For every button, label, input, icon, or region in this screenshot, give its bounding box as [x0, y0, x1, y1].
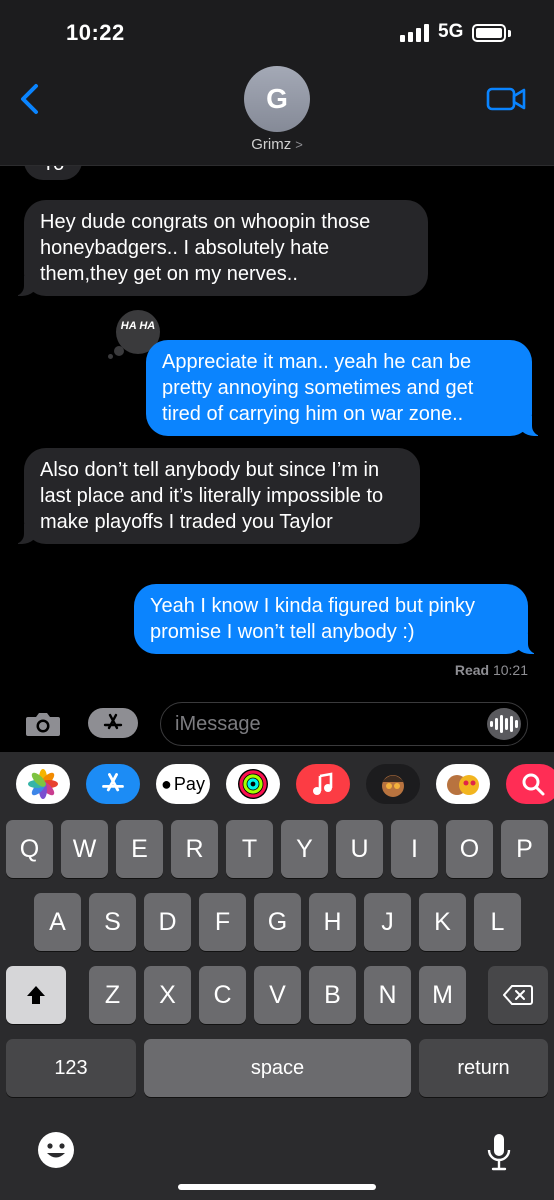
- back-chevron-icon[interactable]: [16, 82, 46, 116]
- read-receipt: Read 10:21: [455, 662, 528, 678]
- emoji-icon[interactable]: [38, 1132, 74, 1168]
- delete-key[interactable]: [488, 966, 548, 1024]
- read-label: Read: [454, 662, 490, 678]
- key-l[interactable]: L: [474, 893, 521, 951]
- key-c[interactable]: C: [199, 966, 246, 1024]
- key-y[interactable]: Y: [281, 820, 328, 878]
- music-icon[interactable]: [296, 764, 350, 804]
- key-j[interactable]: J: [364, 893, 411, 951]
- incoming-message[interactable]: Also don’t tell anybody but since I’m in…: [14, 448, 420, 544]
- status-bar: 10:22 5G: [0, 0, 554, 60]
- key-a[interactable]: A: [34, 893, 81, 951]
- cellular-signal-icon: [400, 24, 429, 42]
- apple-pay-icon[interactable]: ● Pay: [156, 764, 210, 804]
- home-indicator[interactable]: [178, 1184, 376, 1190]
- dictation-mic-icon[interactable]: [486, 1132, 512, 1172]
- imessage-input[interactable]: [175, 703, 475, 745]
- fitness-icon[interactable]: [226, 764, 280, 804]
- key-d[interactable]: D: [144, 893, 191, 951]
- facetime-video-icon[interactable]: [486, 86, 526, 112]
- audio-message-icon[interactable]: [487, 708, 521, 740]
- numbers-key[interactable]: 123: [6, 1039, 136, 1097]
- memoji-icon[interactable]: [366, 764, 420, 804]
- incoming-message[interactable]: Hey dude congrats on whoopin those honey…: [14, 200, 428, 296]
- status-time: 10:22: [66, 20, 125, 45]
- battery-cap: [508, 30, 511, 37]
- key-q[interactable]: Q: [6, 820, 53, 878]
- conversation-header: G Grimz >: [0, 60, 554, 166]
- outgoing-message[interactable]: Appreciate it man.. yeah he can be prett…: [146, 340, 542, 436]
- app-drawer-button[interactable]: [88, 708, 138, 738]
- shift-arrow-icon: [27, 986, 45, 1004]
- key-u[interactable]: U: [336, 820, 383, 878]
- key-n[interactable]: N: [364, 966, 411, 1024]
- key-s[interactable]: S: [89, 893, 136, 951]
- key-b[interactable]: B: [309, 966, 356, 1024]
- camera-icon[interactable]: [24, 710, 62, 738]
- key-f[interactable]: F: [199, 893, 246, 951]
- key-e[interactable]: E: [116, 820, 163, 878]
- contact-name: Grimz: [251, 136, 292, 153]
- shift-key[interactable]: [6, 966, 66, 1024]
- message-field[interactable]: [160, 702, 528, 746]
- apple-pay-label: Pay: [173, 773, 205, 794]
- contact-avatar[interactable]: G: [244, 66, 310, 132]
- key-h[interactable]: H: [309, 893, 356, 951]
- app-store-icon[interactable]: [86, 764, 140, 804]
- incoming-message-partial[interactable]: Yo: [24, 166, 82, 180]
- reaction-tail-dot-small: [108, 354, 113, 359]
- message-thread[interactable]: Yo Hey dude congrats on whoopin those ho…: [0, 166, 554, 696]
- compose-bar: [0, 696, 554, 752]
- key-o[interactable]: O: [446, 820, 493, 878]
- key-z[interactable]: Z: [89, 966, 136, 1024]
- key-m[interactable]: M: [419, 966, 466, 1024]
- return-key[interactable]: return: [419, 1039, 548, 1097]
- read-time: 10:21: [492, 662, 528, 678]
- photos-icon[interactable]: [16, 764, 70, 804]
- space-key[interactable]: space: [144, 1039, 411, 1097]
- key-k[interactable]: K: [419, 893, 466, 951]
- key-r[interactable]: R: [171, 820, 218, 878]
- key-g[interactable]: G: [254, 893, 301, 951]
- key-t[interactable]: T: [226, 820, 273, 878]
- outgoing-message[interactable]: Yeah I know I kinda figured but pinky pr…: [134, 584, 538, 654]
- key-i[interactable]: I: [391, 820, 438, 878]
- key-v[interactable]: V: [254, 966, 301, 1024]
- memoji-stickers-icon[interactable]: [436, 764, 490, 804]
- key-w[interactable]: W: [61, 820, 108, 878]
- app-store-icon: [103, 713, 123, 730]
- images-search-icon[interactable]: [506, 764, 554, 804]
- contact-name-row[interactable]: Grimz >: [0, 136, 554, 153]
- backspace-icon: [503, 985, 533, 1005]
- key-p[interactable]: P: [501, 820, 548, 878]
- imessage-app-drawer: ● Pay: [0, 752, 554, 820]
- apple-logo-icon: ●: [161, 773, 172, 794]
- network-type: 5G: [438, 21, 464, 42]
- battery-icon: [472, 24, 506, 42]
- contact-chevron-icon: >: [295, 137, 303, 152]
- key-x[interactable]: X: [144, 966, 191, 1024]
- keyboard: Q W E R T Y U I O P A S D F G H J K L Z …: [0, 820, 554, 1200]
